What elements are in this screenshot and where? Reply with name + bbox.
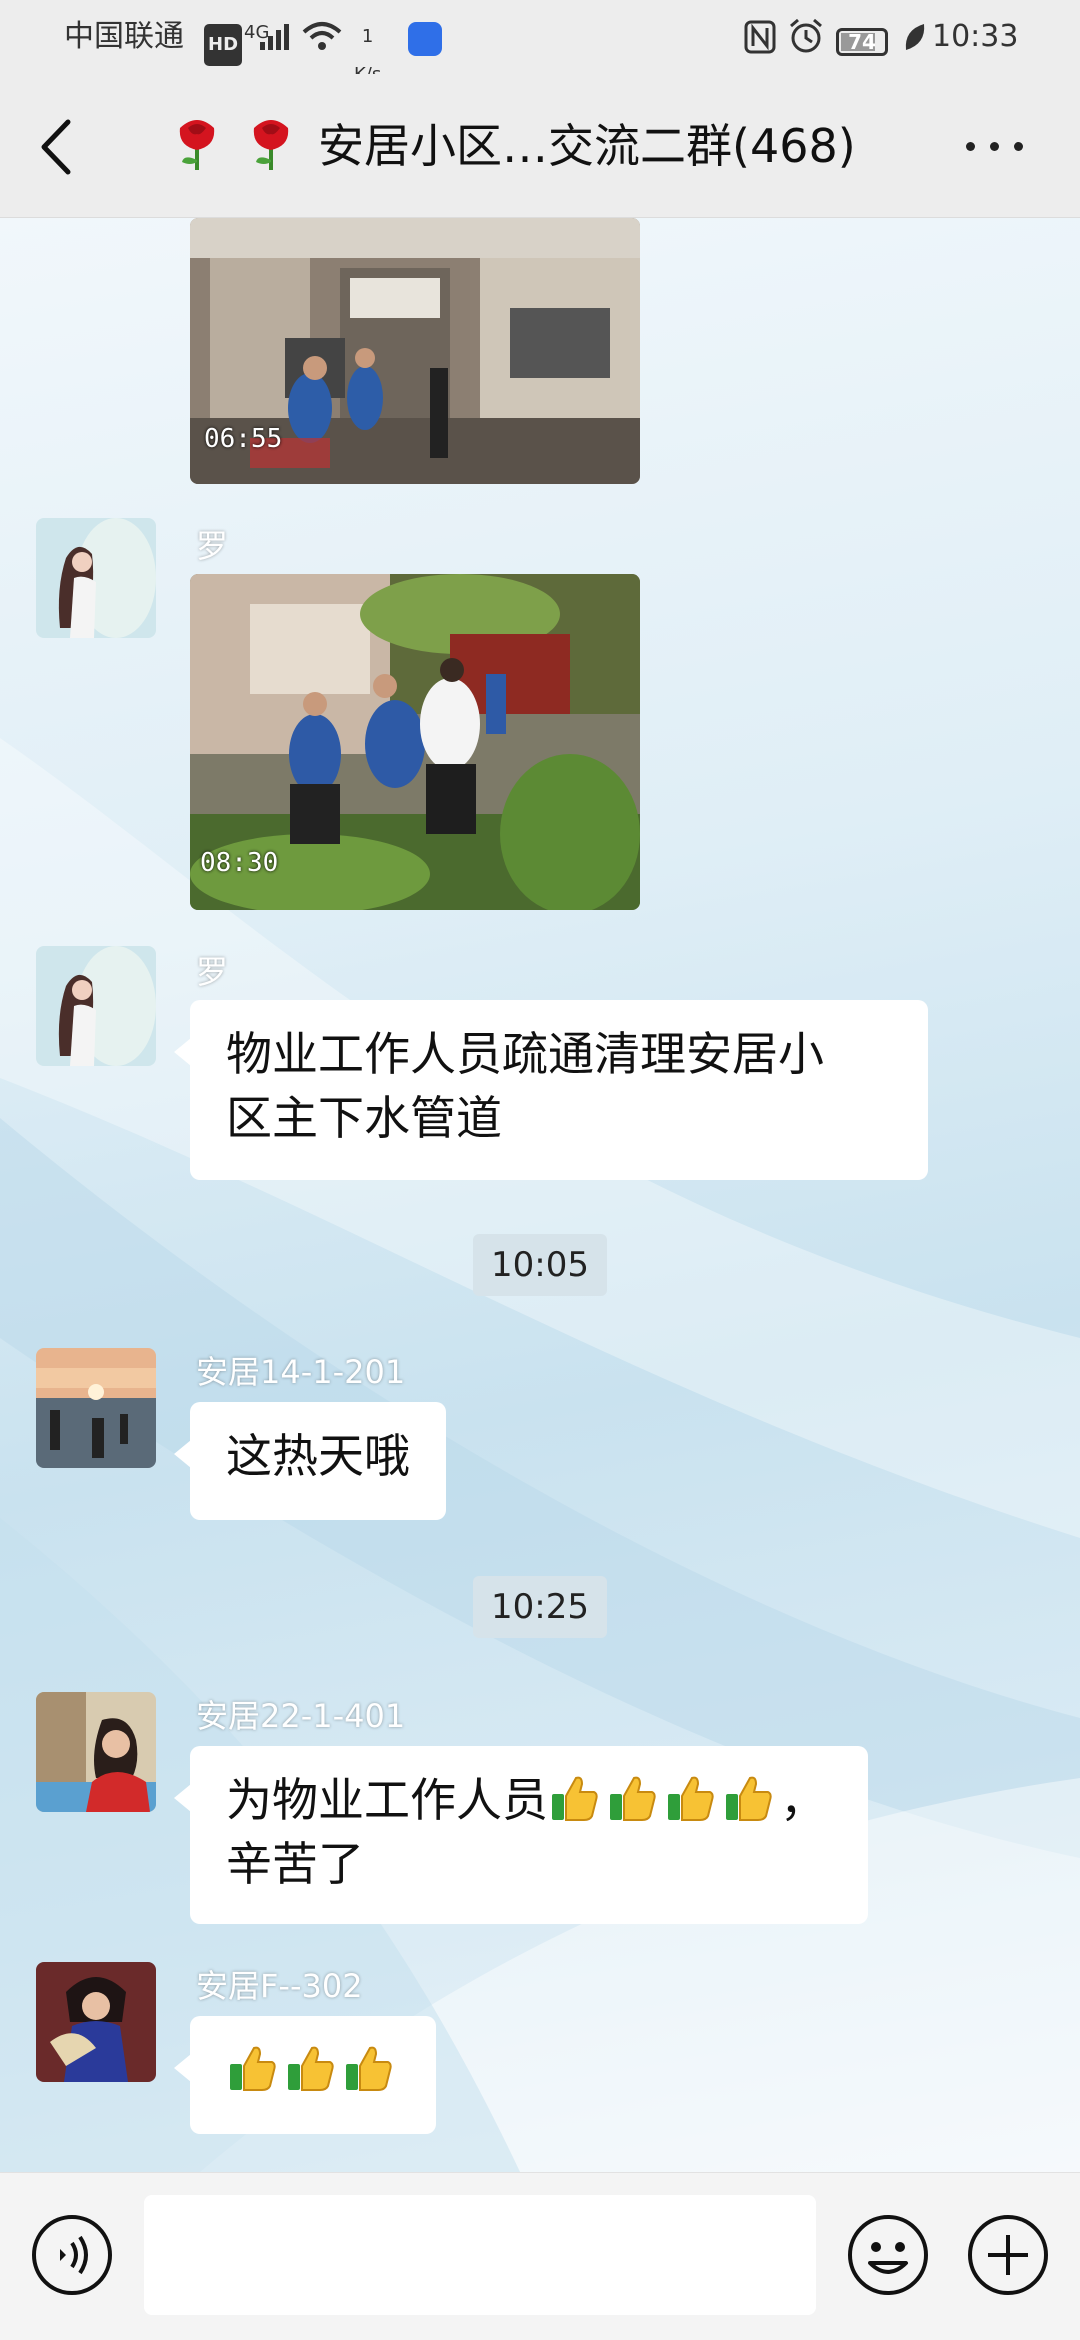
more-button[interactable] (962, 130, 1026, 160)
thumbs-up-icon (342, 2042, 394, 2094)
time-divider: 10:05 (473, 1234, 607, 1296)
thumbs-up-icon (722, 1772, 774, 1824)
back-button[interactable] (30, 114, 90, 180)
chat-header: 安居小区…交流二群(468) (0, 74, 1080, 218)
thumbs-up-row (226, 2043, 400, 2097)
wifi-icon (302, 22, 342, 50)
more-icon (966, 142, 975, 151)
sender-name: 罗 (196, 527, 229, 565)
thumbs-up-icon (284, 2042, 336, 2094)
avatar[interactable] (36, 1692, 156, 1812)
group-name: 安居小区…交流二群(468) (318, 119, 856, 173)
message-bubble[interactable]: 物业工作人员疏通清理安居小 区主下水管道 (174, 1000, 928, 1180)
net-speed-value: 1 (361, 26, 374, 47)
thumbs-up-icon (664, 1772, 716, 1824)
message-text: 为物业工作人员 (226, 1773, 548, 1827)
chat-photo[interactable]: 08:30 (190, 574, 640, 910)
message-text-line: 物业工作人员疏通清理安居小 (226, 1027, 824, 1081)
message-text-line: 区主下水管道 (226, 1091, 502, 1145)
photo-watermark-time: 06:55 (204, 424, 283, 454)
photo-watermark-time: 08:30 (200, 848, 279, 878)
sender-name: 罗 (196, 953, 229, 991)
hd-badge: HD (204, 24, 243, 66)
nfc-icon (744, 20, 776, 54)
message-text: 这热天哦 (226, 1429, 410, 1483)
battery-indicator: 74 (836, 18, 888, 56)
message-bubble[interactable]: 为物业工作人员 ， 辛苦了 (174, 1746, 868, 1924)
thumbs-up-icon (606, 1772, 658, 1824)
plus-button[interactable] (966, 2213, 1050, 2297)
avatar[interactable] (36, 1962, 156, 2082)
avatar[interactable] (36, 946, 156, 1066)
signal-icon (260, 24, 289, 50)
message-bubble[interactable]: 这热天哦 (174, 1402, 446, 1520)
chat-title[interactable]: 安居小区…交流二群(468) (170, 116, 930, 176)
message-text-line: 辛苦了 (226, 1837, 364, 1891)
carrier-label: 中国联通 (64, 19, 184, 54)
voice-button[interactable] (30, 2213, 114, 2297)
status-bar: 中国联通 HD 4G 1 K/s 74 10:33 (0, 0, 1080, 85)
message-input[interactable] (144, 2195, 816, 2315)
bulb-icon (408, 18, 442, 62)
sender-name: 安居F--302 (196, 1967, 363, 2005)
thumbs-up-icon (226, 2042, 278, 2094)
leaf-icon (905, 24, 925, 50)
input-bar (0, 2172, 1080, 2340)
clock: 10:33 (932, 19, 1019, 54)
alarm-icon (790, 18, 822, 53)
message-text-tail: ， (780, 1773, 826, 1827)
time-divider: 10:25 (473, 1576, 607, 1638)
emoji-button[interactable] (846, 2213, 930, 2297)
battery-level: 74 (848, 30, 876, 54)
rose-icon (179, 120, 215, 170)
sender-name: 安居22-1-401 (196, 1697, 406, 1735)
thumbs-up-row (548, 1773, 780, 1827)
thumbs-up-icon (548, 1772, 600, 1824)
avatar[interactable] (36, 1348, 156, 1468)
message-bubble[interactable] (174, 2016, 436, 2134)
message-text-line: 为物业工作人员 ， (226, 1768, 832, 1832)
sender-name: 安居14-1-201 (196, 1353, 406, 1391)
rose-icon (253, 120, 289, 170)
chat-photo[interactable]: 06:55 (190, 218, 640, 484)
avatar[interactable] (36, 518, 156, 638)
